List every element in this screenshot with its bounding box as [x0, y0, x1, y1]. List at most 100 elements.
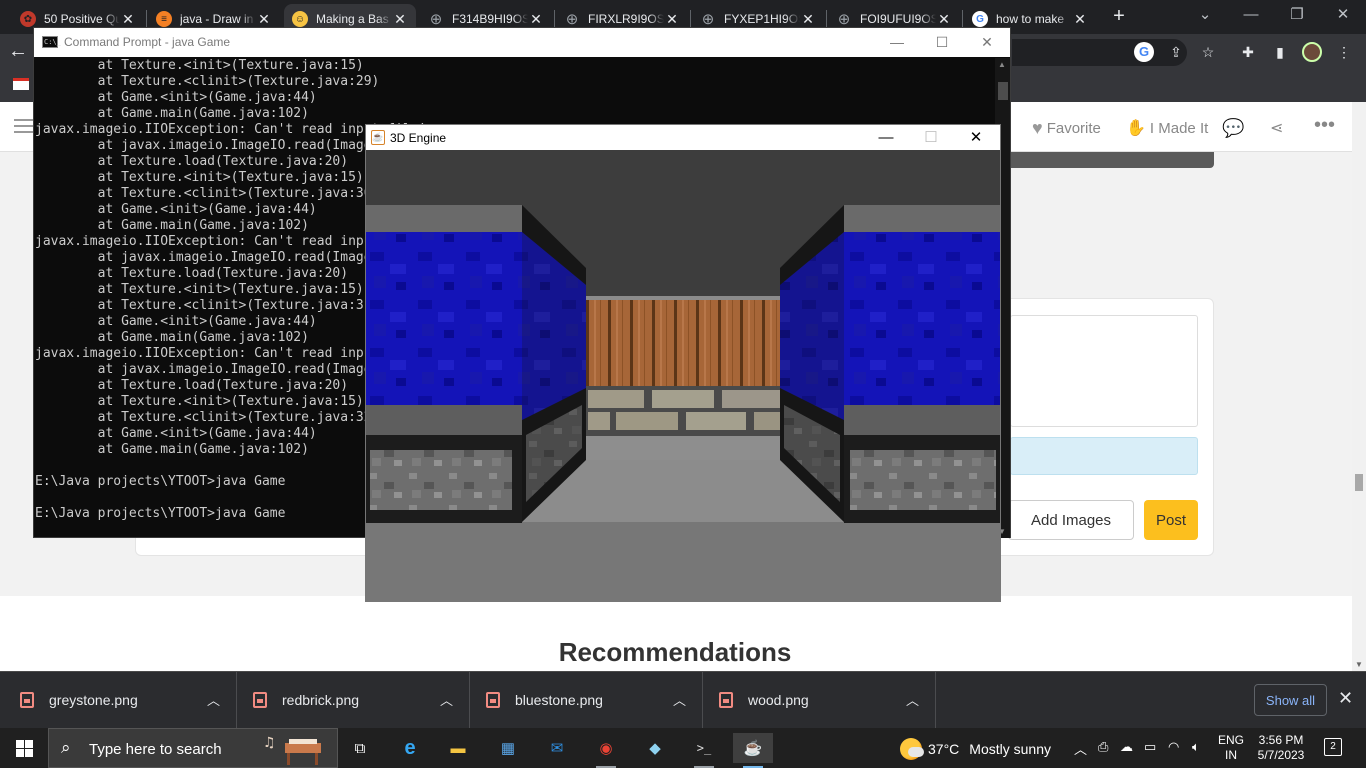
windows-start-icon[interactable] [16, 740, 33, 757]
chevron-up-icon[interactable]: ︿ [440, 690, 453, 709]
chrome-menu-icon[interactable]: ⋮ [1334, 42, 1354, 62]
console-line: at Texture.<init>(Texture.java:15) [35, 58, 364, 73]
weather-widget[interactable]: 37°C Mostly sunny [900, 738, 1051, 760]
tab-title: FIRXLR9I9OS [588, 12, 664, 26]
engine-minimize-button[interactable]: — [864, 127, 908, 149]
bookmark-star-icon[interactable]: ☆ [1198, 42, 1218, 62]
terminal-icon[interactable]: >_ [684, 733, 724, 768]
language-code: ENG [1218, 733, 1245, 747]
command-prompt-titlebar[interactable]: C:\_ Command Prompt - java Game — ☐ ✕ [34, 28, 1010, 57]
back-button[interactable]: ← [8, 40, 34, 64]
task-view-icon[interactable]: ⧉ [340, 733, 380, 763]
notification-center-icon[interactable]: 2 [1324, 738, 1342, 756]
google-lens-icon[interactable]: G [1134, 42, 1154, 62]
new-tab-button[interactable]: + [1108, 5, 1130, 27]
globe-icon: ⊕ [565, 11, 579, 28]
share-icon[interactable]: ⇪ [1166, 42, 1186, 62]
meet-now-icon[interactable]: ⎙ [1098, 739, 1108, 755]
download-item[interactable]: bluestone.png ︿ [470, 672, 703, 728]
weather-condition: Mostly sunny [969, 741, 1051, 757]
tab-separator [146, 10, 147, 28]
download-filename: greystone.png [49, 692, 138, 708]
extensions-puzzle-icon[interactable]: ✚ [1238, 42, 1258, 62]
search-placeholder: Type here to search [89, 741, 222, 758]
system-clock[interactable]: 3:56 PM 5/7/2023 [1256, 733, 1306, 763]
comment-textarea[interactable] [1010, 315, 1198, 427]
tab-title: F314B9HI9OS [452, 12, 528, 26]
tab-search-chevron-icon[interactable]: ⌄ [1182, 4, 1228, 28]
tab-separator [962, 10, 963, 28]
notepad-icon[interactable]: ◆ [635, 733, 675, 763]
wifi-icon[interactable]: ◠ [1168, 739, 1179, 755]
cmd-close-button[interactable]: ✕ [964, 32, 1010, 52]
globe-icon: ⊕ [701, 11, 715, 28]
show-hidden-icons-chevron-icon[interactable]: ︿ [1074, 739, 1087, 758]
more-options-icon[interactable]: ••• [1314, 114, 1335, 137]
file-explorer-icon[interactable]: ▬ [438, 733, 478, 763]
windows-taskbar: ⌕ Type here to search ♫ ⧉ e ▬ ▦ ✉ ◉ ◆ >_ ☕ 37°C … [0, 728, 1366, 768]
side-panel-icon[interactable]: ▮ [1270, 42, 1290, 62]
download-item[interactable]: redbrick.png ︿ [237, 672, 470, 728]
chevron-up-icon[interactable]: ︿ [906, 690, 919, 709]
post-button[interactable]: Post [1144, 500, 1198, 540]
engine-maximize-button[interactable]: ☐ [909, 127, 953, 149]
heart-icon: ♥ [1032, 118, 1043, 138]
svg-text:♫: ♫ [263, 735, 276, 751]
raycast-viewport[interactable] [366, 150, 1000, 601]
browser-close-button[interactable]: ✕ [1320, 4, 1366, 28]
download-item[interactable]: wood.png ︿ [703, 672, 936, 728]
tab-close-icon[interactable]: ✕ [528, 11, 544, 28]
tab-close-icon[interactable]: ✕ [664, 11, 680, 28]
tab-close-icon[interactable]: ✕ [1072, 11, 1088, 28]
browser-minimize-button[interactable]: — [1228, 4, 1274, 28]
i-made-it-button[interactable]: ✋ I Made It [1126, 118, 1208, 138]
tab-close-icon[interactable]: ✕ [936, 11, 952, 28]
3d-engine-titlebar[interactable]: ☕ 3D Engine — ☐ ✕ [366, 125, 1000, 150]
hamburger-menu-icon[interactable] [14, 119, 34, 133]
page-scrollbar[interactable]: ▼ [1352, 102, 1366, 671]
volume-icon[interactable]: 🔈︎ [1192, 739, 1200, 755]
3d-engine-window: ☕ 3D Engine — ☐ ✕ [365, 124, 1001, 602]
input-language-indicator[interactable]: ENG IN [1218, 733, 1244, 763]
search-icon: ⌕ [61, 738, 71, 757]
edge-icon[interactable]: e [390, 733, 430, 763]
download-filename: redbrick.png [282, 692, 360, 708]
java-icon[interactable]: ☕ [733, 733, 773, 768]
google-icon: G [972, 11, 988, 27]
profile-avatar[interactable] [1302, 42, 1322, 62]
clock-time: 3:56 PM [1258, 733, 1304, 747]
download-filename: wood.png [748, 692, 809, 708]
gmail-bookmark-icon[interactable] [13, 78, 29, 90]
share-icon[interactable]: ⋖ [1270, 118, 1283, 138]
console-scrollbar-thumb[interactable] [998, 82, 1008, 100]
show-all-downloads-button[interactable]: Show all [1254, 684, 1327, 716]
download-item[interactable]: greystone.png ︿ [0, 672, 237, 728]
info-notice-bar [1010, 437, 1198, 475]
browser-restore-button[interactable]: ❐ [1274, 4, 1320, 28]
scroll-up-arrow-icon[interactable]: ▲ [998, 60, 1006, 69]
cmd-icon: C:\_ [42, 36, 61, 48]
favorite-button[interactable]: ♥ Favorite [1032, 118, 1101, 139]
store-icon[interactable]: ▦ [488, 733, 528, 763]
tab-close-icon[interactable]: ✕ [800, 11, 816, 28]
address-bar[interactable] [1012, 39, 1187, 66]
tab-close-icon[interactable]: ✕ [256, 11, 272, 28]
tab-close-icon[interactable]: ✕ [120, 11, 136, 28]
engine-close-button[interactable]: ✕ [954, 127, 998, 149]
chevron-up-icon[interactable]: ︿ [673, 690, 686, 709]
onedrive-cloud-icon[interactable]: ☁ [1120, 739, 1133, 755]
comment-icon[interactable]: 💬 [1222, 118, 1244, 139]
scroll-down-arrow-icon[interactable]: ▼ [1355, 660, 1363, 669]
page-scrollbar-thumb[interactable] [1355, 474, 1363, 491]
add-images-button[interactable]: Add Images [1008, 500, 1134, 540]
cmd-minimize-button[interactable]: — [874, 32, 920, 52]
chrome-icon[interactable]: ◉ [586, 733, 626, 768]
mail-icon[interactable]: ✉ [537, 733, 577, 763]
cmd-maximize-button[interactable]: ☐ [919, 32, 965, 52]
close-downloads-shelf-icon[interactable]: ✕ [1338, 688, 1353, 709]
battery-icon[interactable]: ▭ [1144, 739, 1156, 755]
3d-engine-title: 3D Engine [390, 131, 447, 145]
chevron-up-icon[interactable]: ︿ [207, 690, 220, 709]
tab-close-icon[interactable]: ✕ [392, 11, 408, 28]
taskbar-search-box[interactable]: ⌕ Type here to search ♫ [48, 728, 338, 768]
